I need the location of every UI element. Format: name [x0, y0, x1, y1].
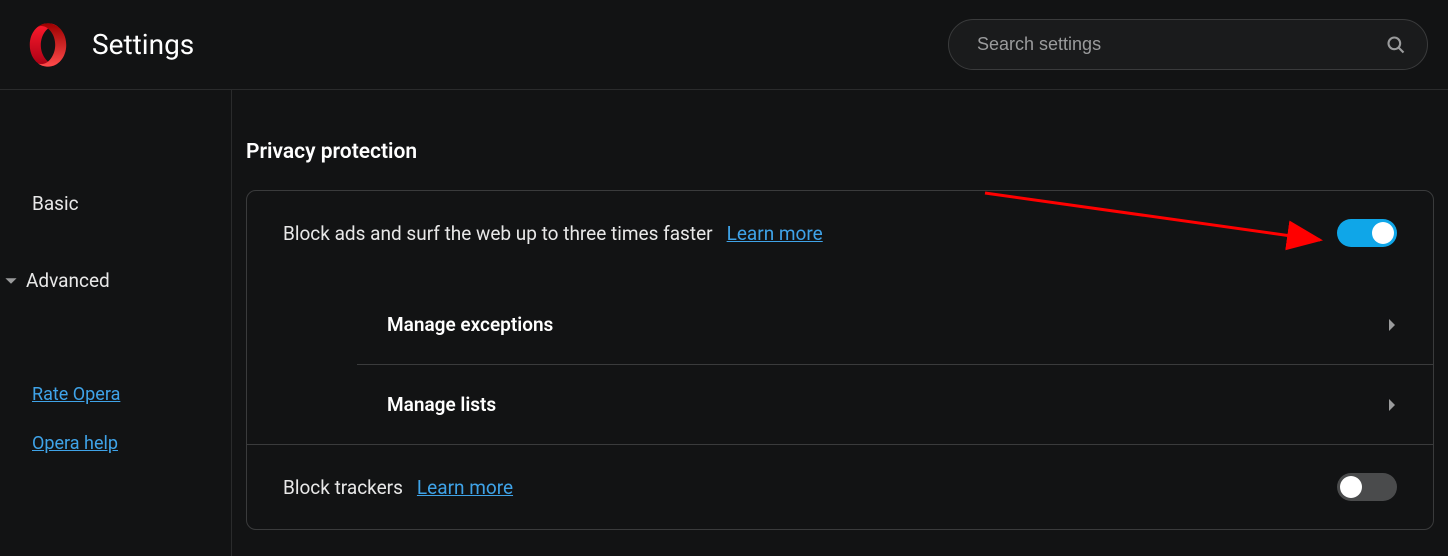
search-container — [948, 19, 1428, 70]
opera-help-link[interactable]: Opera help — [32, 433, 231, 454]
toggle-knob — [1372, 222, 1394, 244]
manage-exceptions-label: Manage exceptions — [387, 313, 553, 336]
rate-opera-link[interactable]: Rate Opera — [32, 384, 231, 405]
chevron-right-icon — [1387, 318, 1397, 332]
sidebar-links: Rate Opera Opera help — [0, 384, 231, 482]
block-ads-subrows: Manage exceptions Manage lists — [247, 285, 1433, 444]
sidebar-item-advanced[interactable]: Advanced — [0, 257, 231, 304]
manage-lists-label: Manage lists — [387, 393, 496, 416]
block-trackers-learn-more-link[interactable]: Learn more — [417, 476, 513, 499]
block-ads-label: Block ads and surf the web up to three t… — [283, 222, 713, 245]
manage-lists-row[interactable]: Manage lists — [357, 364, 1433, 444]
main-content: Privacy protection Block ads and surf th… — [232, 90, 1448, 556]
block-ads-label-wrap: Block ads and surf the web up to three t… — [283, 222, 823, 245]
block-trackers-row: Block trackers Learn more — [247, 445, 1433, 529]
privacy-card: Block ads and surf the web up to three t… — [246, 190, 1434, 530]
search-icon — [1386, 35, 1406, 55]
search-input[interactable] — [948, 19, 1428, 70]
body: Basic Advanced Rate Opera Opera help Pri… — [0, 90, 1448, 556]
block-ads-learn-more-link[interactable]: Learn more — [727, 222, 823, 245]
sidebar: Basic Advanced Rate Opera Opera help — [0, 90, 232, 556]
sidebar-item-label: Advanced — [26, 269, 110, 292]
block-trackers-label: Block trackers — [283, 476, 403, 499]
opera-logo-icon — [24, 21, 72, 69]
block-trackers-label-wrap: Block trackers Learn more — [283, 476, 513, 499]
block-ads-row: Block ads and surf the web up to three t… — [247, 191, 1433, 285]
header-left: Settings — [24, 21, 194, 69]
toggle-knob — [1340, 476, 1362, 498]
manage-exceptions-row[interactable]: Manage exceptions — [357, 285, 1433, 364]
block-ads-toggle[interactable] — [1337, 219, 1397, 247]
page-title: Settings — [92, 28, 194, 61]
block-trackers-toggle[interactable] — [1337, 473, 1397, 501]
chevron-down-icon — [4, 274, 18, 288]
header: Settings — [0, 0, 1448, 90]
chevron-right-icon — [1387, 398, 1397, 412]
section-title: Privacy protection — [246, 140, 1434, 164]
sidebar-item-label: Basic — [32, 192, 79, 215]
sidebar-item-basic[interactable]: Basic — [0, 180, 231, 227]
